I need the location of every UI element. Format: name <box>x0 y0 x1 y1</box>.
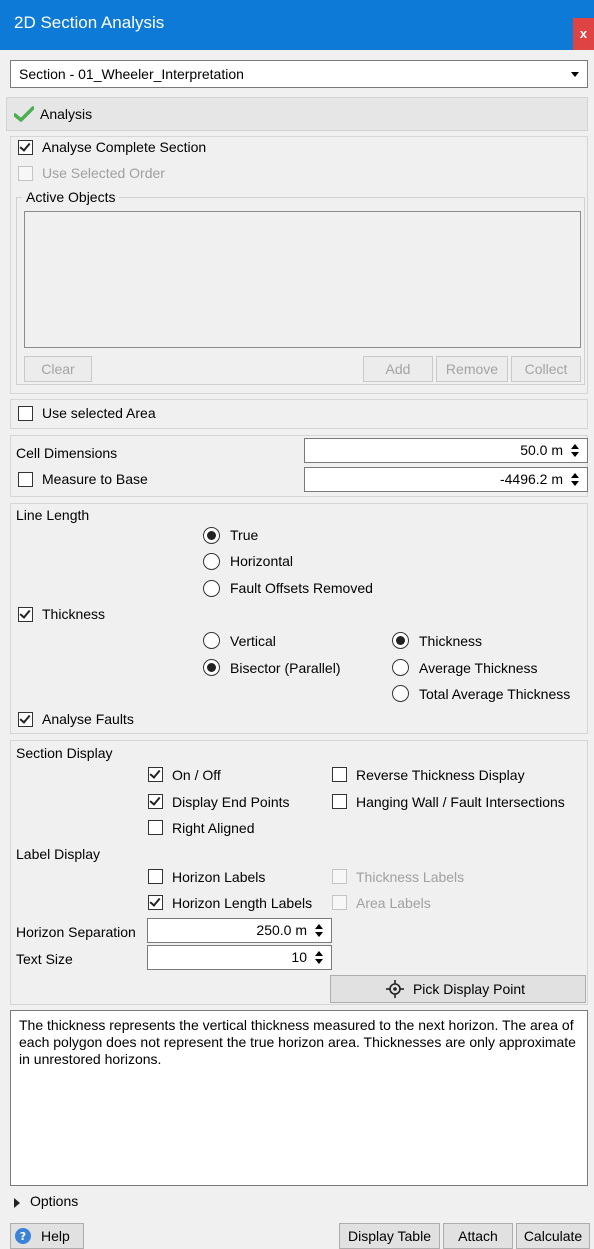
pick-display-point-button[interactable]: Pick Display Point <box>330 975 586 1003</box>
chevron-down-icon <box>571 72 579 77</box>
text-size-label: Text Size <box>16 951 73 967</box>
total-average-thickness-radio[interactable] <box>392 685 409 702</box>
reverse-thickness-label: Reverse Thickness Display <box>356 767 525 783</box>
attach-button[interactable]: Attach <box>443 1223 513 1249</box>
help-label: Help <box>41 1228 70 1244</box>
line-length-true-label: True <box>230 527 259 543</box>
fault-offsets-removed-radio[interactable] <box>203 580 220 597</box>
reverse-thickness-checkbox[interactable] <box>332 767 347 782</box>
measure-to-base-spinbox[interactable]: -4496.2 m <box>304 467 588 492</box>
measure-to-base-label: Measure to Base <box>42 471 148 487</box>
area-labels-checkbox[interactable] <box>332 895 347 910</box>
right-aligned-label: Right Aligned <box>172 820 255 836</box>
description-text: The thickness represents the vertical th… <box>10 1010 588 1186</box>
horizon-length-labels-label: Horizon Length Labels <box>172 895 313 911</box>
area-labels-label: Area Labels <box>356 895 431 911</box>
hanging-wall-checkbox[interactable] <box>332 794 347 809</box>
display-end-points-checkbox[interactable] <box>148 794 163 809</box>
vertical-label: Vertical <box>230 633 276 649</box>
analyse-complete-section-label: Analyse Complete Section <box>42 139 207 155</box>
close-button[interactable]: x <box>573 18 594 50</box>
analysis-header-label: Analysis <box>40 106 93 122</box>
display-table-button[interactable]: Display Table <box>339 1223 440 1249</box>
options-label[interactable]: Options <box>30 1193 78 1209</box>
use-selected-area-checkbox[interactable] <box>18 406 33 421</box>
crosshair-icon <box>386 980 404 998</box>
section-select[interactable]: Section - 01_Wheeler_Interpretation <box>10 60 588 88</box>
bisector-radio[interactable] <box>203 659 220 676</box>
thickness-labels-checkbox[interactable] <box>332 869 347 884</box>
remove-button[interactable]: Remove <box>436 356 508 382</box>
calculate-button[interactable]: Calculate <box>516 1223 590 1249</box>
pick-display-point-label: Pick Display Point <box>412 981 526 997</box>
right-aligned-checkbox[interactable] <box>148 820 163 835</box>
vertical-radio[interactable] <box>203 632 220 649</box>
triangle-right-icon[interactable] <box>14 1198 20 1208</box>
thickness-mode-radio[interactable] <box>392 632 409 649</box>
thickness-checkbox[interactable] <box>18 607 33 622</box>
measure-to-base-checkbox[interactable] <box>18 472 33 487</box>
section-select-value: Section - 01_Wheeler_Interpretation <box>19 66 244 82</box>
thickness-mode-label: Thickness <box>419 633 483 649</box>
spin-up-icon[interactable] <box>571 444 579 449</box>
spin-up-icon[interactable] <box>571 473 579 478</box>
analyse-complete-section-checkbox[interactable] <box>18 140 33 155</box>
fault-offsets-removed-label: Fault Offsets Removed <box>230 580 373 596</box>
svg-text:?: ? <box>20 1230 26 1243</box>
spin-down-icon[interactable] <box>571 452 579 457</box>
display-end-points-label: Display End Points <box>172 794 290 810</box>
label-display-label: Label Display <box>16 846 101 862</box>
horizon-separation-label: Horizon Separation <box>16 924 136 940</box>
on-off-label: On / Off <box>172 767 221 783</box>
window-title: 2D Section Analysis <box>14 13 165 32</box>
use-selected-area-label: Use selected Area <box>42 405 156 421</box>
text-size-value: 10 <box>291 949 307 965</box>
spin-down-icon[interactable] <box>571 481 579 486</box>
bisector-label: Bisector (Parallel) <box>230 660 341 676</box>
analyse-faults-label: Analyse Faults <box>42 711 134 727</box>
cell-dimensions-value: 50.0 m <box>520 442 563 458</box>
active-objects-label: Active Objects <box>22 189 120 205</box>
use-selected-order-label: Use Selected Order <box>42 165 165 181</box>
line-length-horizontal-radio[interactable] <box>203 553 220 570</box>
cell-dimensions-label: Cell Dimensions <box>16 445 118 461</box>
analyse-faults-checkbox[interactable] <box>18 712 33 727</box>
text-size-spinbox[interactable]: 10 <box>147 945 332 970</box>
horizon-labels-label: Horizon Labels <box>172 869 266 885</box>
active-objects-list[interactable] <box>24 211 581 348</box>
average-thickness-radio[interactable] <box>392 659 409 676</box>
hanging-wall-label: Hanging Wall / Fault Intersections <box>356 794 565 810</box>
line-length-true-radio[interactable] <box>203 527 220 544</box>
analysis-header[interactable] <box>6 97 588 131</box>
add-button[interactable]: Add <box>363 356 433 382</box>
spin-up-icon[interactable] <box>315 924 323 929</box>
horizon-length-labels-checkbox[interactable] <box>148 895 163 910</box>
spin-down-icon[interactable] <box>315 959 323 964</box>
collect-button[interactable]: Collect <box>511 356 581 382</box>
use-selected-order-checkbox[interactable] <box>18 166 33 181</box>
total-average-thickness-label: Total Average Thickness <box>419 686 571 702</box>
horizon-separation-value: 250.0 m <box>256 922 307 938</box>
spin-down-icon[interactable] <box>315 932 323 937</box>
on-off-checkbox[interactable] <box>148 767 163 782</box>
spin-up-icon[interactable] <box>315 951 323 956</box>
measure-to-base-value: -4496.2 m <box>499 471 563 487</box>
section-display-label: Section Display <box>16 745 113 761</box>
cell-dimensions-spinbox[interactable]: 50.0 m <box>304 438 588 463</box>
clear-button[interactable]: Clear <box>24 356 92 382</box>
thickness-label: Thickness <box>42 606 106 622</box>
checkmark-icon <box>14 106 34 122</box>
question-icon: ? <box>15 1228 31 1244</box>
average-thickness-label: Average Thickness <box>419 660 538 676</box>
line-length-horizontal-label: Horizontal <box>230 553 294 569</box>
horizon-separation-spinbox[interactable]: 250.0 m <box>147 918 332 943</box>
thickness-labels-label: Thickness Labels <box>356 869 465 885</box>
line-length-label: Line Length <box>16 507 90 523</box>
horizon-labels-checkbox[interactable] <box>148 869 163 884</box>
